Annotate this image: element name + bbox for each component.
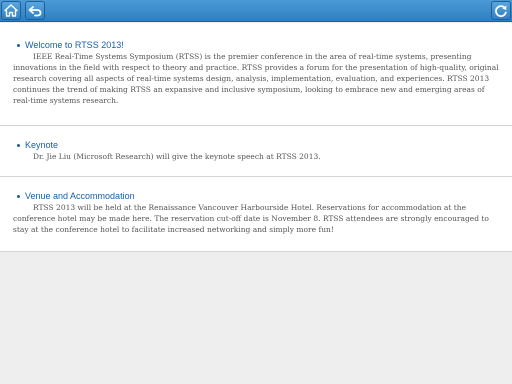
section-title-text: Venue and Accommodation (25, 191, 135, 201)
section-body: IEEE Real-Time Systems Symposium (RTSS) … (13, 52, 499, 105)
section-welcome: Welcome to RTSS 2013! IEEE Real-Time Sys… (0, 40, 512, 126)
bullet-icon (17, 195, 20, 198)
section-title[interactable]: Venue and Accommodation (13, 191, 504, 202)
back-button[interactable] (25, 1, 45, 20)
content-area: Welcome to RTSS 2013! IEEE Real-Time Sys… (0, 23, 512, 252)
section-body: Dr. Jie Liu (Microsoft Research) will gi… (33, 152, 321, 161)
bullet-icon (17, 44, 20, 47)
refresh-button[interactable] (491, 1, 511, 20)
section-body: RTSS 2013 will be held at the Renaissanc… (13, 203, 489, 234)
refresh-icon (495, 4, 507, 17)
back-arrow-icon (28, 5, 42, 16)
section-title-text: Keynote (25, 140, 59, 150)
section-title[interactable]: Welcome to RTSS 2013! (13, 40, 504, 51)
home-button[interactable] (1, 1, 21, 20)
section-keynote: Keynote Dr. Jie Liu (Microsoft Research)… (0, 140, 512, 177)
section-title[interactable]: Keynote (13, 140, 504, 151)
top-toolbar (0, 0, 512, 22)
section-title-text: Welcome to RTSS 2013! (25, 40, 124, 50)
section-venue: Venue and Accommodation RTSS 2013 will b… (0, 191, 512, 252)
bullet-icon (17, 144, 20, 147)
home-icon (4, 4, 18, 17)
